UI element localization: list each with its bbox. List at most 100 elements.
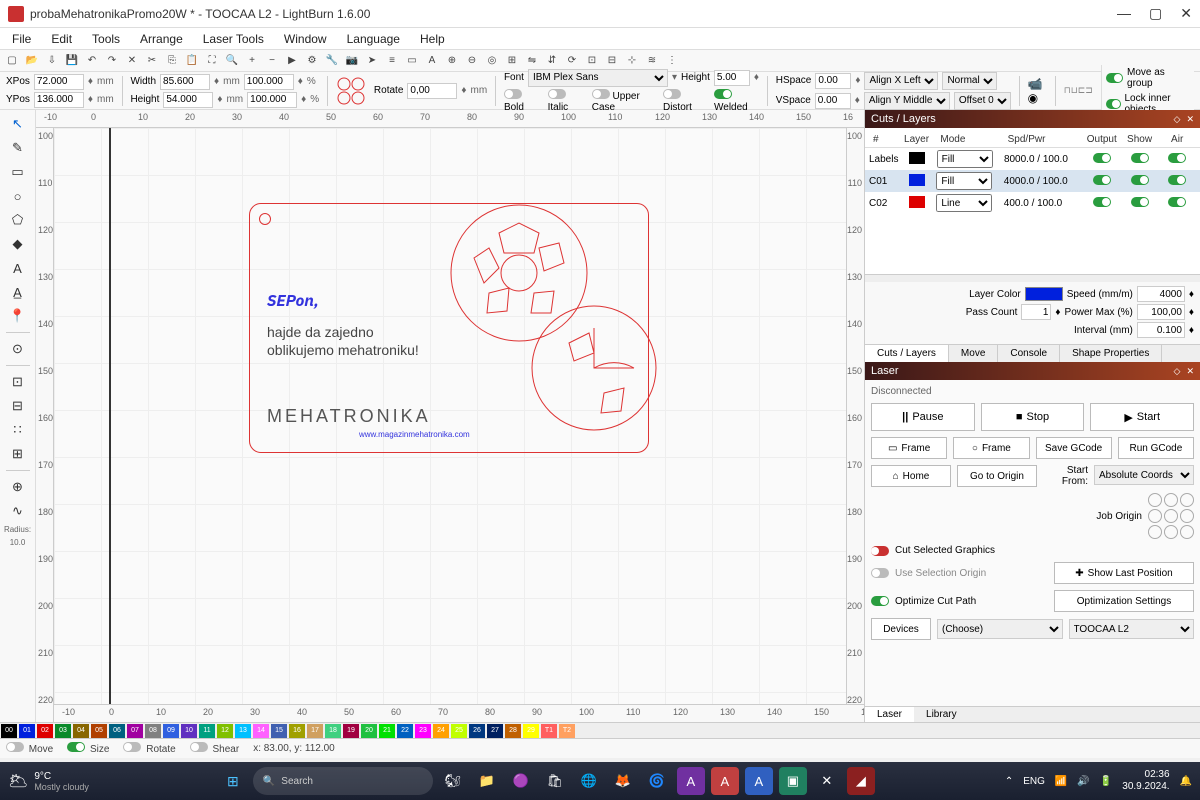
zoom-fit-icon[interactable]: ⛶ [204, 53, 220, 69]
device-name-select[interactable]: TOOCAA L2 [1069, 619, 1195, 639]
rotate-input[interactable] [407, 83, 457, 99]
select-tool[interactable]: ↖ [8, 114, 28, 134]
distort-toggle[interactable] [663, 89, 681, 99]
palette-swatch[interactable]: 27 [487, 724, 503, 738]
palette-swatch[interactable]: 04 [73, 724, 89, 738]
mirror-h-icon[interactable]: ⇋ [524, 53, 540, 69]
palette-swatch[interactable]: 00 [1, 724, 17, 738]
taskbar-app-4[interactable]: A [745, 767, 773, 795]
font-height-input[interactable] [714, 70, 750, 86]
radial-tool[interactable]: ⊕ [8, 477, 28, 497]
array-icon[interactable]: ⊞ [504, 53, 520, 69]
pmax-input[interactable] [1137, 304, 1185, 320]
palette-swatch[interactable]: 14 [253, 724, 269, 738]
tray-notifications-icon[interactable]: 🔔 [1180, 776, 1192, 787]
rotate-icon[interactable]: ⟳ [564, 53, 580, 69]
lock-inner-toggle[interactable] [1106, 99, 1121, 109]
taskbar-app-3[interactable]: A [711, 767, 739, 795]
boolean-subtract-tool[interactable]: ⊟ [8, 396, 28, 416]
measure-tool[interactable]: ⊙ [8, 339, 28, 359]
array-dots-tool[interactable]: ∷ [8, 420, 28, 440]
tray-volume-icon[interactable]: 🔊 [1077, 776, 1089, 787]
menu-language[interactable]: Language [339, 30, 408, 48]
palette-swatch[interactable]: 09 [163, 724, 179, 738]
tray-chevron-icon[interactable]: ⌃ [1005, 776, 1013, 787]
tray-lang[interactable]: ENG [1023, 776, 1045, 787]
scrollbar-h[interactable] [865, 274, 1200, 282]
ellipse-tool[interactable]: ○ [8, 186, 28, 206]
palette-swatch[interactable]: 19 [343, 724, 359, 738]
uppercase-toggle[interactable] [592, 89, 610, 99]
align-group-icon[interactable]: ⊓⊔⊏⊐ [1064, 85, 1093, 96]
canvas[interactable]: SEPon, hajde da zajednooblikujemo mehatr… [54, 128, 864, 704]
palette-swatch[interactable]: 24 [433, 724, 449, 738]
move-group-toggle[interactable] [1106, 73, 1123, 83]
welded-toggle[interactable] [714, 89, 732, 99]
taskbar-edge[interactable]: 🌀 [643, 767, 671, 795]
taskbar-explorer[interactable]: 📁 [473, 767, 501, 795]
job-origin-grid[interactable] [1148, 493, 1194, 539]
run-gcode-button[interactable]: Run GCode [1118, 437, 1194, 459]
taskbar-chrome[interactable]: 🌐 [575, 767, 603, 795]
aligny-select[interactable]: Align Y Middle [864, 92, 950, 110]
tab-library[interactable]: Library [914, 707, 969, 722]
undo-icon[interactable]: ↶ [84, 53, 100, 69]
taskbar-app-5[interactable]: ▣ [779, 767, 807, 795]
save-icon[interactable]: 💾 [64, 53, 80, 69]
status-size-toggle[interactable] [67, 742, 85, 752]
goto-origin-button[interactable]: Go to Origin [957, 465, 1037, 487]
palette-swatch[interactable]: 18 [325, 724, 341, 738]
ypos-input[interactable] [34, 92, 84, 108]
interval-input[interactable] [1137, 322, 1185, 338]
use-sel-origin-toggle[interactable] [871, 568, 889, 578]
width-input[interactable] [160, 74, 210, 90]
panel-pin-icon[interactable]: ◇ [1174, 114, 1181, 125]
camera-icon[interactable]: 📷 [344, 53, 360, 69]
italic-toggle[interactable] [548, 89, 566, 99]
grid-icon[interactable]: ⊹ [624, 53, 640, 69]
redo-icon[interactable]: ↷ [104, 53, 120, 69]
ungroup-icon[interactable]: ⊟ [604, 53, 620, 69]
taskbar-app-1[interactable]: 🐿 [439, 767, 467, 795]
boolean-icon[interactable]: ⊖ [464, 53, 480, 69]
group-icon[interactable]: ⊡ [584, 53, 600, 69]
rect-tool[interactable]: ▭ [8, 162, 28, 182]
palette-swatch[interactable]: 07 [127, 724, 143, 738]
taskbar-app-6[interactable]: ✕ [813, 767, 841, 795]
devices-button[interactable]: Devices [871, 618, 931, 640]
settings-icon[interactable]: ⚙ [304, 53, 320, 69]
tray-clock[interactable]: 02:3630.9.2024. [1122, 769, 1169, 793]
tab-console[interactable]: Console [998, 345, 1060, 362]
palette-swatch[interactable]: 21 [379, 724, 395, 738]
menu-arrange[interactable]: Arrange [132, 30, 191, 48]
device-icon[interactable]: 🔧 [324, 53, 340, 69]
preview-icon[interactable]: ▶ [284, 53, 300, 69]
taskbar-weather[interactable]: 🌥 9°CMostly cloudy [8, 771, 89, 792]
taskbar-store[interactable]: 🛍 [541, 767, 569, 795]
device-choose-select[interactable]: (Choose) [937, 619, 1063, 639]
deform-tool[interactable]: ∿ [8, 501, 28, 521]
palette-swatch[interactable]: 12 [217, 724, 233, 738]
palette-swatch[interactable]: 16 [289, 724, 305, 738]
lock-aspect-icon[interactable] [336, 76, 366, 106]
text-tool[interactable]: A [8, 258, 28, 278]
tab-cuts[interactable]: Cuts / Layers [865, 345, 949, 362]
start-button-taskbar[interactable]: ⊞ [219, 767, 247, 795]
delete-icon[interactable]: ✕ [124, 53, 140, 69]
weld-icon[interactable]: ⊕ [444, 53, 460, 69]
palette-swatch[interactable]: 23 [415, 724, 431, 738]
polygon-tool[interactable]: ⬠ [8, 210, 28, 230]
palette-swatch[interactable]: 20 [361, 724, 377, 738]
tab-move[interactable]: Move [949, 345, 998, 362]
palette-swatch[interactable]: 25 [451, 724, 467, 738]
menu-tools[interactable]: Tools [84, 30, 128, 48]
pause-button[interactable]: ||Pause [871, 403, 975, 431]
palette-swatch[interactable]: 01 [19, 724, 35, 738]
zoom-in-icon[interactable]: + [244, 53, 260, 69]
send-icon[interactable]: ➤ [364, 53, 380, 69]
tab-laser[interactable]: Laser [865, 707, 914, 722]
palette-swatch[interactable]: 08 [145, 724, 161, 738]
taskbar-firefox[interactable]: 🦊 [609, 767, 637, 795]
frame-circle-button[interactable]: ○Frame [953, 437, 1029, 459]
cut-selected-toggle[interactable] [871, 546, 889, 556]
